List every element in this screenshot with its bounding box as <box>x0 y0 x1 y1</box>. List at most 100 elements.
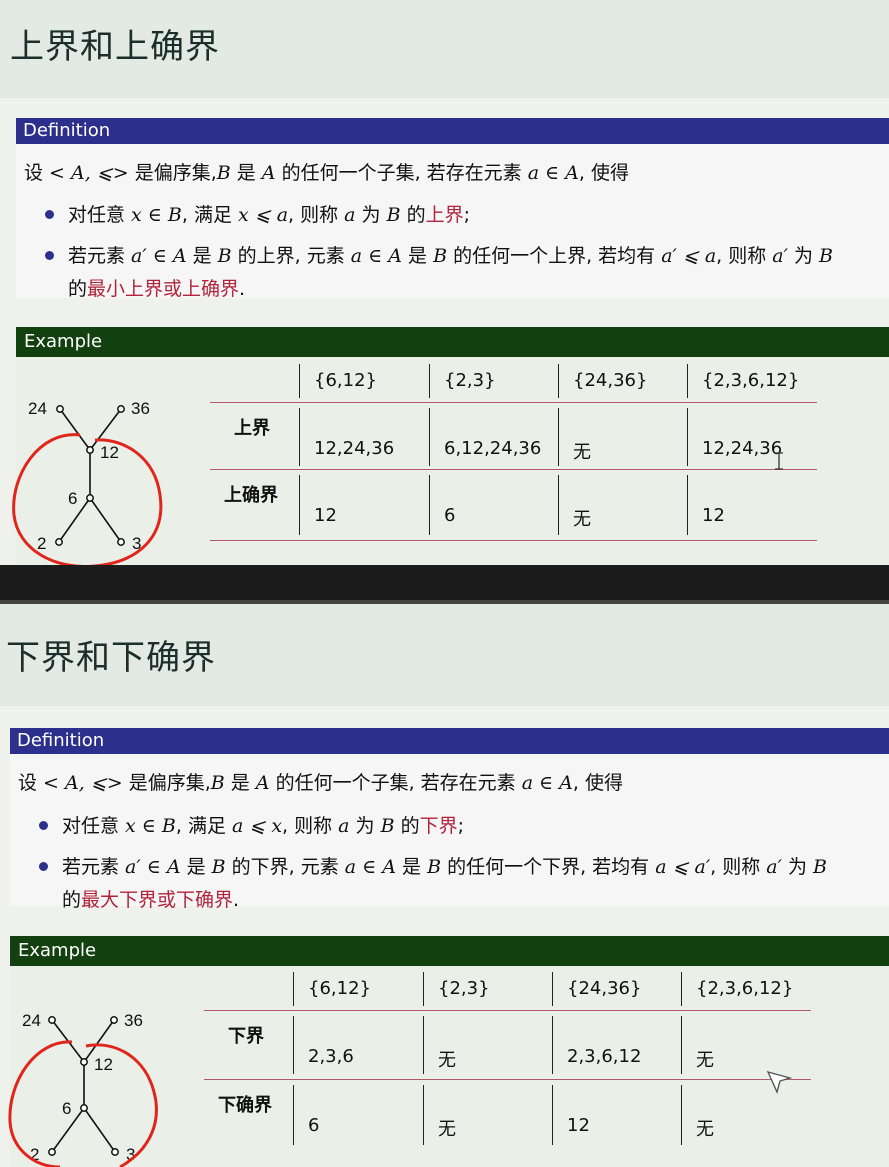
intro-text: 的任何一个子集, 若存在元素 <box>275 772 522 794</box>
bullet-text: 的任何一个下界, 若均有 <box>447 856 656 878</box>
row-header: 上界 <box>234 418 270 439</box>
table-cell: 12 <box>567 1115 590 1136</box>
math-expr: a′ ⩽ a <box>661 245 717 267</box>
bullet-text: 的 <box>68 278 88 300</box>
bullet-icon <box>45 210 54 219</box>
hasse-node <box>56 405 64 413</box>
row-header: 上确界 <box>224 485 278 506</box>
bullet-icon <box>39 862 48 871</box>
table-rule <box>204 1079 811 1080</box>
hasse-label: 12 <box>100 443 119 462</box>
bullet-text: 是 <box>192 245 218 267</box>
table-cell: 无 <box>573 509 591 530</box>
hasse-label: 36 <box>131 399 150 418</box>
column-header: {2,3,6,12} <box>696 978 794 999</box>
math-var: a′ <box>772 245 794 267</box>
table-cell: 2,3,6,12 <box>567 1046 642 1067</box>
bullet-icon <box>39 821 48 830</box>
table-cell: 无 <box>696 1119 714 1140</box>
hasse-diagram: 24 36 12 6 2 3 <box>12 399 163 565</box>
math-var: B <box>210 772 231 794</box>
table-cell: 无 <box>573 442 591 463</box>
intro-text: , 使得 <box>572 772 623 794</box>
hasse-label: 24 <box>28 399 47 418</box>
bullet-icon <box>45 251 54 260</box>
mouse-pointer-icon <box>766 1070 792 1094</box>
math-var: a <box>344 204 362 226</box>
table-divider <box>423 972 424 1006</box>
bullet-text: 为 <box>355 815 381 837</box>
math-poset: < A, ⩽> <box>43 772 129 794</box>
example-table: {6,12} {2,3} {24,36} {2,3,6,12} 上界 12,24… <box>210 364 820 544</box>
definition-header: Definition <box>10 728 889 754</box>
column-header: {6,12} <box>308 978 371 999</box>
bullet-text: , 则称 <box>282 815 339 837</box>
bullet-text: 的 <box>400 815 420 837</box>
hasse-label: 36 <box>124 1011 143 1030</box>
slide-lower-bound: 下界和下确界 Definition 设 < A, ⩽> 是偏序集,B 是 A 的… <box>0 604 889 1167</box>
math-var: B <box>217 245 238 267</box>
bullet-text: 对任意 <box>68 204 132 226</box>
math-expr: a ⩽ x <box>232 815 283 837</box>
bullet-text: . <box>239 278 246 300</box>
math-var: B <box>427 856 448 878</box>
table-cell: 无 <box>696 1050 714 1071</box>
definition-body: 设 < A, ⩽> 是偏序集,B 是 A 的任何一个子集, 若存在元素 a ∈ … <box>16 144 889 300</box>
table-cell: 6,12,24,36 <box>444 438 542 459</box>
math-var: A <box>261 162 282 184</box>
table-divider <box>681 1085 682 1145</box>
hasse-node <box>111 1148 119 1156</box>
math-expr: a ∈ A <box>527 162 579 184</box>
math-expr: a ⩽ a′ <box>655 856 711 878</box>
hasse-node <box>117 405 125 413</box>
bullet-text: 为 <box>361 204 387 226</box>
table-divider <box>687 475 688 535</box>
math-expr: a ∈ A <box>350 245 409 267</box>
bullet-text: , 则称 <box>288 204 345 226</box>
slide-separator <box>0 565 889 604</box>
math-var: B <box>386 204 407 226</box>
hasse-node <box>48 1016 56 1024</box>
bullet-text: 若元素 <box>68 245 132 267</box>
bullet-text: 的上界, 元素 <box>237 245 351 267</box>
table-rule <box>210 469 817 470</box>
table-cell: 无 <box>438 1050 456 1071</box>
definition-intro: 设 < A, ⩽> 是偏序集,B 是 A 的任何一个子集, 若存在元素 a ∈ … <box>18 768 623 795</box>
hasse-node <box>86 446 94 454</box>
term-highlight: 下界 <box>419 815 458 837</box>
hasse-node <box>80 1058 88 1066</box>
hasse-node <box>80 1104 88 1112</box>
table-divider <box>681 1016 682 1074</box>
definition-bullet-2: 若元素 a′ ∈ A 是 B 的上界, 元素 a ∈ A 是 B 的任何一个上界… <box>68 241 833 268</box>
bullet-text: 的下界, 元素 <box>231 856 345 878</box>
column-header: {6,12} <box>314 370 377 391</box>
definition-bullet-1: 对任意 x ∈ B, 满足 x ⩽ a, 则称 a 为 B 的上界; <box>68 200 470 227</box>
example-table: {6,12} {2,3} {24,36} {2,3,6,12} 下界 2,3,6… <box>204 972 814 1162</box>
table-divider <box>687 408 688 466</box>
bullet-text: 的 <box>62 889 82 911</box>
math-var: B <box>211 856 232 878</box>
table-divider <box>681 972 682 1006</box>
table-cell: 无 <box>438 1119 456 1140</box>
bullet-text: , 则称 <box>716 245 773 267</box>
intro-text: 设 <box>24 162 50 184</box>
table-rule <box>210 402 817 403</box>
intro-text: 是 <box>230 772 256 794</box>
definition-header: Definition <box>16 118 889 144</box>
column-header: {24,36} <box>567 978 642 999</box>
hasse-node <box>55 538 63 546</box>
table-cell: 12 <box>702 505 725 526</box>
math-expr: x ∈ B <box>131 204 182 226</box>
definition-bullet-2: 若元素 a′ ∈ A 是 B 的下界, 元素 a ∈ A 是 B 的任何一个下界… <box>62 852 827 879</box>
math-expr: a ∈ A <box>344 856 403 878</box>
hasse-label: 24 <box>22 1011 41 1030</box>
table-divider <box>423 1016 424 1074</box>
hasse-edge <box>59 408 91 451</box>
column-header: {2,3} <box>444 370 496 391</box>
math-expr: a′ ∈ A <box>131 245 193 267</box>
definition-bullet-2-continued: 的最大下界或下确界. <box>62 885 239 912</box>
example-header: Example <box>16 327 889 357</box>
math-expr: a ∈ A <box>521 772 573 794</box>
hasse-edge <box>83 1107 116 1153</box>
slide-title: 上界和上确界 <box>10 27 220 67</box>
